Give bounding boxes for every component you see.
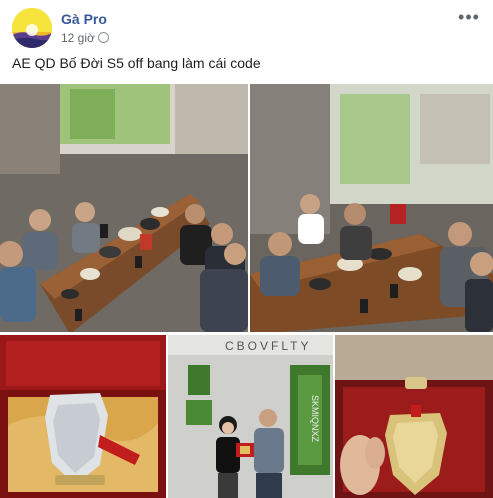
sunset-landscape-avatar-icon bbox=[12, 8, 52, 48]
trophy-box-image bbox=[0, 335, 166, 498]
photo-group-dinner-2[interactable] bbox=[250, 84, 493, 332]
wall-letters-side: SKMIQNXZ bbox=[310, 395, 320, 443]
post-text: AE QD Bố Đời S5 off bang làm cái code bbox=[12, 55, 261, 71]
globe-icon bbox=[97, 32, 109, 43]
photo-group-dinner[interactable] bbox=[0, 84, 248, 332]
group-dinner-second-image bbox=[250, 84, 493, 332]
post-meta: 12 giờ bbox=[61, 31, 109, 45]
facebook-post: Gà Pro 12 giờ ••• AE QD Bố Đời S5 off ba… bbox=[0, 0, 493, 498]
author-name[interactable]: Gà Pro bbox=[61, 11, 107, 27]
photo-trophy-box[interactable] bbox=[0, 335, 166, 498]
group-dinner-image bbox=[0, 84, 248, 332]
photo-trophy-hand[interactable] bbox=[335, 335, 493, 498]
author-avatar[interactable] bbox=[12, 8, 52, 48]
photo-award-presentation[interactable]: CBOVFLTY SKMIQNXZ bbox=[168, 335, 333, 498]
wall-letters: CBOVFLTY bbox=[225, 339, 311, 353]
trophy-hand-image bbox=[335, 335, 493, 498]
post-header: Gà Pro 12 giờ ••• bbox=[12, 8, 481, 48]
award-presentation-image: CBOVFLTY SKMIQNXZ bbox=[168, 335, 333, 498]
more-options-icon[interactable]: ••• bbox=[457, 8, 481, 28]
post-timestamp[interactable]: 12 giờ bbox=[61, 31, 95, 45]
